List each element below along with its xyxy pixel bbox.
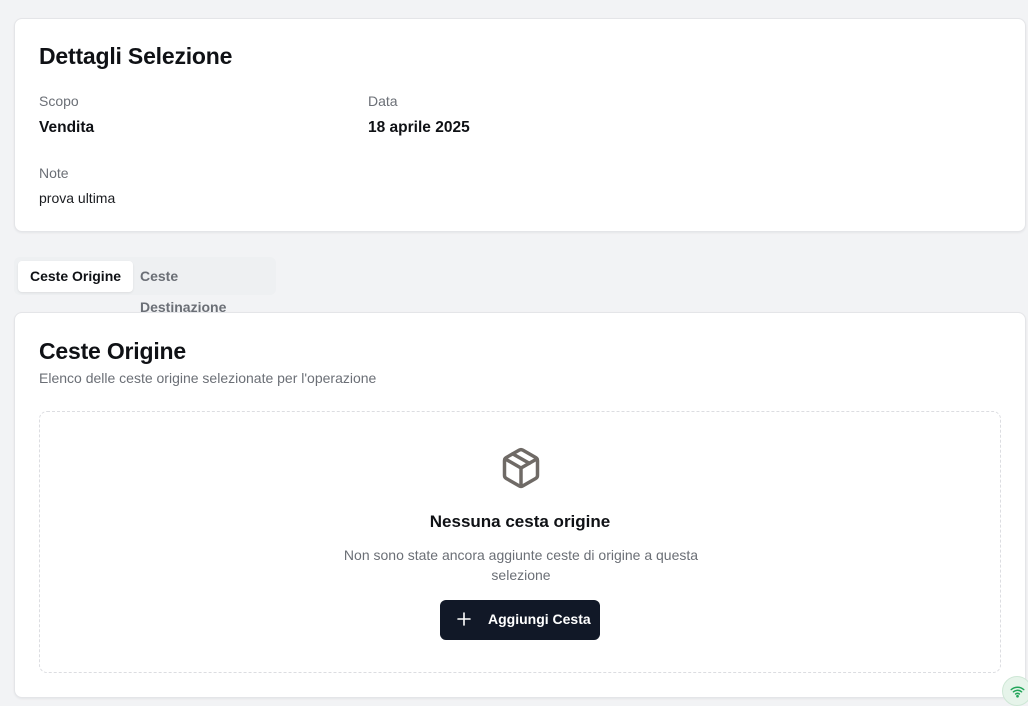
tab-ceste-destinazione[interactable]: Ceste Destinazione xyxy=(128,261,276,315)
origin-subtitle: Elenco delle ceste origine selezionate p… xyxy=(39,370,377,386)
notes-label: Note xyxy=(39,165,69,181)
date-value: 18 aprile 2025 xyxy=(368,119,470,136)
package-icon xyxy=(502,447,540,489)
empty-state-title: Nessuna cesta origine xyxy=(429,512,611,531)
empty-state: Nessuna cesta origine Non sono state anc… xyxy=(39,411,1001,673)
origin-title: Ceste Origine xyxy=(39,338,186,364)
tab-ceste-origine[interactable]: Ceste Origine xyxy=(18,261,134,292)
add-basket-button[interactable]: Aggiungi Cesta xyxy=(440,600,600,640)
notes-value: prova ultima xyxy=(39,190,116,206)
origin-baskets-card: Ceste Origine Elenco delle ceste origine… xyxy=(14,312,1026,698)
plus-icon xyxy=(457,612,471,626)
selection-details-card: Dettagli Selezione Scopo Vendita Data 18… xyxy=(14,18,1026,232)
scope-value: Vendita xyxy=(39,119,95,136)
tab-list: Ceste Origine Ceste Destinazione xyxy=(14,257,276,315)
date-label: Data xyxy=(368,93,398,109)
scope-label: Scopo xyxy=(39,93,79,109)
add-basket-button-label: Aggiungi Cesta xyxy=(488,611,591,627)
details-title: Dettagli Selezione xyxy=(39,43,233,69)
wifi-icon xyxy=(1010,686,1025,698)
empty-state-description: Non sono state ancora aggiunte ceste di … xyxy=(343,547,699,583)
connection-status[interactable] xyxy=(1002,676,1028,706)
